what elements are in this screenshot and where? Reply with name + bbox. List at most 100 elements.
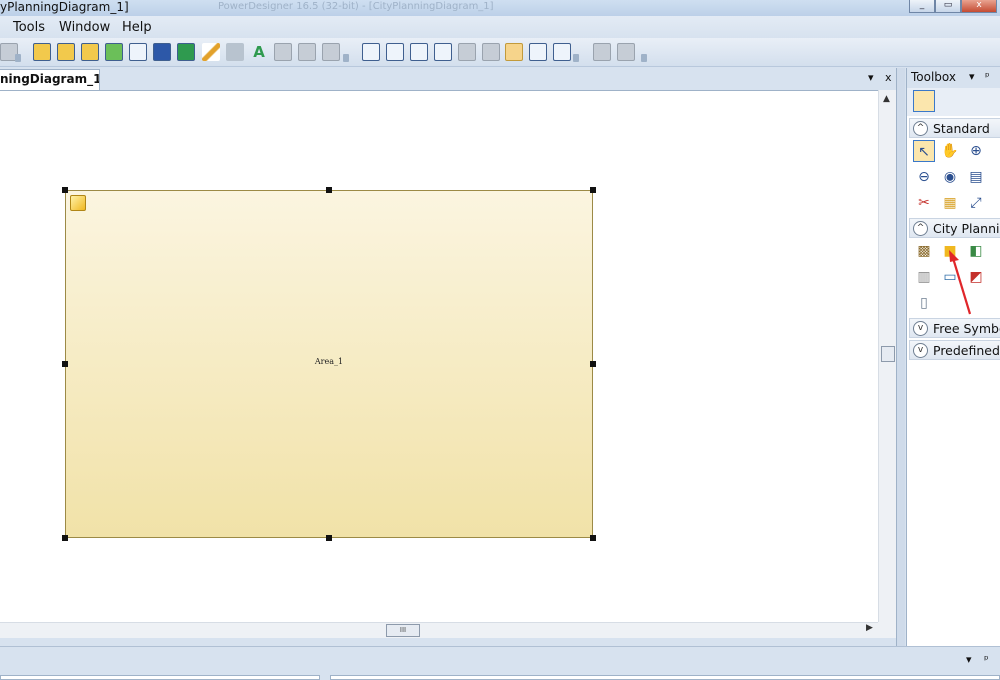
expand-icon[interactable]: v [913,343,928,358]
resize-handle[interactable] [326,535,332,541]
collapse-icon[interactable]: ^ [913,121,928,136]
minimize-button[interactable]: _ [909,0,935,13]
scroll-up-icon[interactable]: ▲ [883,94,890,104]
window-title: yPlanningDiagram_1] [0,0,129,14]
toolbox-menu-icon[interactable]: ▾ [969,70,975,83]
open-icon[interactable] [57,43,75,61]
scroll-right-icon[interactable]: ▶ [866,623,873,633]
toolbox-view-toggle [907,88,1000,116]
horizontal-scrollbar[interactable]: III ▶ [0,622,896,638]
pointer-tool-icon[interactable]: ↖ [913,140,935,162]
building-tool-icon[interactable]: ▩ [913,240,935,262]
area-icon [70,195,86,211]
area-shape[interactable]: Area_1 [65,190,593,538]
vertical-scroll-thumb[interactable] [881,346,895,362]
toolbar-grip-icon[interactable] [15,54,21,62]
resize-handle[interactable] [62,187,68,193]
check-model-icon[interactable] [129,43,147,61]
tab-menu-icon[interactable]: ▾ [868,71,874,84]
menu-tools[interactable]: Tools [13,20,45,36]
layout-icon[interactable] [434,43,452,61]
panel-splitter[interactable] [896,68,905,646]
menu-bar: Tools Window Help [0,16,1000,38]
align-icon[interactable] [274,43,292,61]
print-icon[interactable] [617,43,635,61]
toolbox-panel: Toolbox ▾ ᵖ ^ Standard ↖ ✋ ⊕ ⊖ ◉ ▤ ✂ ▦ ⤢… [906,68,1000,646]
layout-icon[interactable] [410,43,428,61]
tab-city-planning-diagram[interactable]: ningDiagram_1 [0,69,100,90]
expand-icon[interactable]: v [913,321,928,336]
delete-icon[interactable]: ✂ [913,192,935,214]
icon-view-icon[interactable] [913,90,935,112]
toolbox-title: Toolbox [911,70,956,84]
diagram-canvas[interactable]: Area_1 [0,90,878,622]
toolbar-grip-icon[interactable] [573,54,579,62]
file-tool-icon[interactable]: ▯ [913,292,935,314]
section-predefined[interactable]: v Predefined [909,340,1000,360]
properties-icon[interactable]: ▤ [965,166,987,188]
restore-button[interactable]: ▭ [935,0,961,13]
annotation-arrow-icon [949,250,972,315]
list-view-icon[interactable] [937,90,959,112]
vertical-scrollbar[interactable]: ▲ [878,90,896,622]
layout-icon[interactable] [386,43,404,61]
shadow-icon[interactable] [153,43,171,61]
new-model-icon[interactable] [33,43,51,61]
list-icon[interactable] [529,43,547,61]
section-city-planning[interactable]: ^ City Planning [909,218,1000,238]
document-tab-bar: ningDiagram_1 ▾ x [0,68,905,90]
panel-menu-icon[interactable]: ▾ [966,653,972,666]
open-package-icon[interactable]: ◉ [939,166,961,188]
zoom-out-icon[interactable]: ⊖ [913,166,935,188]
close-button[interactable]: x [961,0,997,13]
output-pane-right [330,675,1000,680]
text-icon[interactable]: A [250,43,268,61]
output-pane-left [0,675,320,680]
storage-tool-icon[interactable]: ▥ [913,266,935,288]
collapse-icon[interactable]: ^ [913,221,928,236]
resize-handle[interactable] [590,361,596,367]
area-label: Area_1 [314,357,344,366]
scroll-corner [878,622,896,638]
section-label: City Planning [933,221,1000,236]
title-bar: yPlanningDiagram_1] PowerDesigner 16.5 (… [0,0,1000,16]
undo-icon[interactable] [298,43,316,61]
package-icon[interactable] [81,43,99,61]
note-icon[interactable]: ▦ [939,192,961,214]
resize-handle[interactable] [590,187,596,193]
resize-handle[interactable] [590,535,596,541]
tab-close-icon[interactable]: x [885,71,892,84]
resize-handle[interactable] [62,535,68,541]
redo-icon[interactable] [322,43,340,61]
refresh-icon[interactable] [105,43,123,61]
link-icon[interactable]: ⤢ [965,192,987,214]
pencil-icon[interactable] [202,43,220,61]
toolbar: A [0,38,1000,67]
pin-icon[interactable]: ᵖ [985,70,990,83]
grabber-tool-icon[interactable]: ✋ [939,140,961,162]
resize-handle[interactable] [326,187,332,193]
horizontal-scroll-thumb[interactable]: III [386,624,420,637]
inactive-window-buttons [848,0,903,14]
fill-icon[interactable] [226,43,244,61]
section-free-symbols[interactable]: v Free Symbols [909,318,1000,338]
layout-icon[interactable] [482,43,500,61]
layout-icon[interactable] [362,43,380,61]
layout-icon[interactable] [458,43,476,61]
menu-window[interactable]: Window [59,20,110,36]
output-panel: ▾ ᵖ [0,646,1000,680]
fit-icon[interactable] [177,43,195,61]
zoom-selection-icon[interactable] [505,43,523,61]
window-title-ghost: PowerDesigner 16.5 (32-bit) - [CityPlann… [218,1,494,12]
pin-icon[interactable]: ᵖ [984,653,989,666]
toolbar-grip-icon[interactable] [343,54,349,62]
resize-handle[interactable] [62,361,68,367]
menu-help[interactable]: Help [122,20,152,36]
zoom-in-icon[interactable]: ⊕ [965,140,987,162]
toolbar-grip-icon[interactable] [641,54,647,62]
print-preview-icon[interactable] [593,43,611,61]
section-label: Standard [933,121,990,136]
grid-icon[interactable] [553,43,571,61]
section-standard[interactable]: ^ Standard [909,118,1000,138]
section-label: Predefined [933,343,1000,358]
